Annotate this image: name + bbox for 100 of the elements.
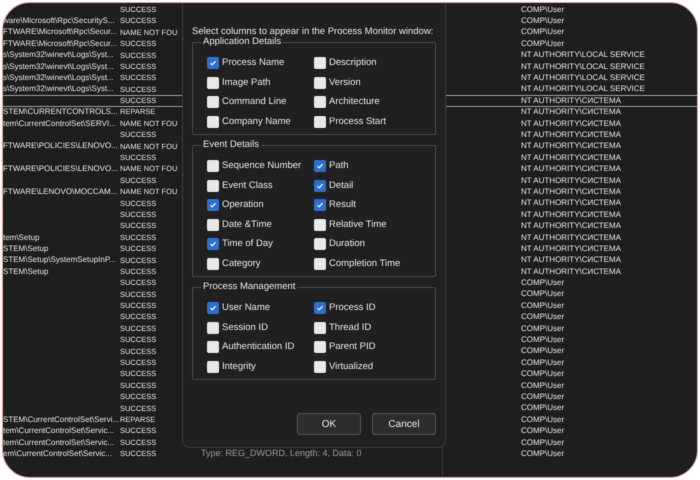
checkbox[interactable] xyxy=(314,341,326,354)
option-label: Category xyxy=(222,256,261,271)
path-cell: em\CurrentControlSet\Servic... xyxy=(3,448,112,458)
user-cell: NT AUTHORITY\СИСТЕМА xyxy=(521,268,622,276)
user-cell: NT AUTHORITY\СИСТЕМА xyxy=(521,96,622,105)
checkmark-icon xyxy=(316,182,324,190)
checkbox[interactable] xyxy=(314,302,326,314)
checkbox[interactable] xyxy=(314,360,326,373)
option-label: User Name xyxy=(222,301,270,316)
user-cell: COMP\User xyxy=(521,438,564,447)
dialog-button[interactable]: OK xyxy=(297,413,361,435)
path-cell: FTWARE\POLICIES\LENOVO... xyxy=(3,141,118,150)
path-cell: tem\CurrentControlSet\Servic... xyxy=(3,438,114,447)
option-label: Image Path xyxy=(222,76,271,90)
user-cell: COMP\User xyxy=(521,427,564,436)
checkbox[interactable] xyxy=(207,160,219,172)
user-cell: COMP\User xyxy=(521,358,564,367)
path-cell: FTWARE\Microsoft\Rpc\Secur... xyxy=(3,38,117,48)
user-cell: NT AUTHORITY\LOCAL SERVICE xyxy=(521,85,645,94)
checkbox[interactable] xyxy=(207,116,219,128)
user-cell: NT AUTHORITY\СИСТЕМА xyxy=(521,222,622,230)
checkmark-icon xyxy=(209,240,217,248)
checkbox[interactable] xyxy=(207,360,219,373)
dialog-button[interactable]: Cancel xyxy=(372,413,436,435)
checkbox[interactable] xyxy=(207,341,219,354)
option-label: Detail xyxy=(329,178,354,193)
user-cell: COMP\User xyxy=(521,290,564,298)
checkbox[interactable] xyxy=(314,180,326,192)
checkbox[interactable] xyxy=(314,258,326,270)
path-cell: tem\Setup xyxy=(3,232,40,242)
checkmark-icon xyxy=(316,201,324,210)
checkbox[interactable] xyxy=(207,199,219,212)
checkbox[interactable] xyxy=(314,199,326,212)
group-title: Application Details xyxy=(201,37,284,46)
checkbox[interactable] xyxy=(207,258,219,270)
user-cell: COMP\User xyxy=(521,17,564,26)
option-label: Process Name xyxy=(222,56,284,70)
path-cell: STEM\Setup xyxy=(3,266,48,276)
user-cell: COMP\User xyxy=(521,28,564,36)
checkbox[interactable] xyxy=(207,57,219,70)
checkbox[interactable] xyxy=(314,322,326,334)
path-cell: STEM\Setup\SystemSetupInP... xyxy=(3,255,116,264)
user-cell: NT AUTHORITY\СИСТЕМА xyxy=(521,108,622,116)
option-label: Completion Time xyxy=(329,256,400,271)
option-label: Result xyxy=(329,198,356,212)
path-cell: s\System32\winevt\Logs\Syst... xyxy=(3,62,114,71)
option-label: Operation xyxy=(222,198,264,212)
checkbox[interactable] xyxy=(207,96,219,108)
checkmark-icon xyxy=(316,162,324,170)
checkbox[interactable] xyxy=(207,238,219,250)
user-cell: COMP\User xyxy=(521,313,564,322)
path-cell: FTWARE\LENOVO\MOCCAM... xyxy=(3,186,118,196)
path-cell: s\System32\winevt\Logs\Syst... xyxy=(3,84,114,94)
checkmark-icon xyxy=(316,304,324,312)
path-cell: STEM\CurrentControlSet\Servi... xyxy=(3,414,120,424)
checkbox[interactable] xyxy=(314,57,326,70)
checkbox[interactable] xyxy=(207,180,219,192)
checkbox[interactable] xyxy=(207,76,219,89)
user-cell: NT AUTHORITY\LOCAL SERVICE xyxy=(521,62,645,71)
option-label: Relative Time xyxy=(329,218,387,232)
user-cell: COMP\User xyxy=(521,40,564,48)
user-cell: COMP\User xyxy=(521,336,564,344)
path-cell: FTWARE\POLICIES\LENOVO... xyxy=(3,164,118,174)
user-cell: NT AUTHORITY\СИСТЕМА xyxy=(521,188,622,196)
option-label: Duration xyxy=(329,237,365,252)
option-label: Event Class xyxy=(222,178,273,193)
checkbox[interactable] xyxy=(207,218,219,231)
option-label: Thread ID xyxy=(329,320,372,335)
path-cell: s\System32\winevt\Logs\Syst... xyxy=(3,73,114,82)
option-label: Authentication ID xyxy=(222,340,294,354)
checkbox[interactable] xyxy=(314,116,326,128)
user-cell: NT AUTHORITY\СИСТЕМА xyxy=(521,130,622,139)
group-title: Process Management xyxy=(201,282,298,292)
user-cell: COMP\User xyxy=(521,279,564,288)
checkmark-icon xyxy=(209,304,217,312)
option-label: Parent PID xyxy=(329,340,376,354)
user-cell: COMP\User xyxy=(521,392,564,401)
path-cell: STEM\CURRENTCONTROLS... xyxy=(3,107,118,116)
checkbox[interactable] xyxy=(207,322,219,334)
option-label: Date &Time xyxy=(222,218,272,232)
group-title: Event Details xyxy=(201,140,261,150)
user-cell: NT AUTHORITY\LOCAL SERVICE xyxy=(521,51,645,60)
user-cell: COMP\User xyxy=(521,6,564,14)
checkbox[interactable] xyxy=(314,96,326,108)
checkbox[interactable] xyxy=(207,302,219,314)
path-cell: tem\CurrentControlSet\SERVI... xyxy=(3,118,116,128)
checkbox[interactable] xyxy=(314,76,326,89)
option-label: Virtualized xyxy=(329,360,374,374)
option-label: Version xyxy=(329,76,361,90)
checkbox[interactable] xyxy=(314,160,326,172)
user-cell: NT AUTHORITY\СИСТЕМА xyxy=(521,199,622,208)
checkbox[interactable] xyxy=(314,238,326,250)
user-cell: COMP\User xyxy=(521,450,564,458)
user-cell: NT AUTHORITY\СИСТЕМА xyxy=(521,256,622,264)
user-cell: NT AUTHORITY\СИСТЕМА xyxy=(521,244,622,253)
dialog-prompt: Select columns to appear in the Process Monitor window: xyxy=(192,26,434,37)
user-cell: COMP\User xyxy=(521,302,564,310)
path-cell: tem\CurrentControlSet\Servic... xyxy=(3,426,114,436)
user-cell: NT AUTHORITY\LOCAL SERVICE xyxy=(521,74,645,82)
checkbox[interactable] xyxy=(314,218,326,231)
